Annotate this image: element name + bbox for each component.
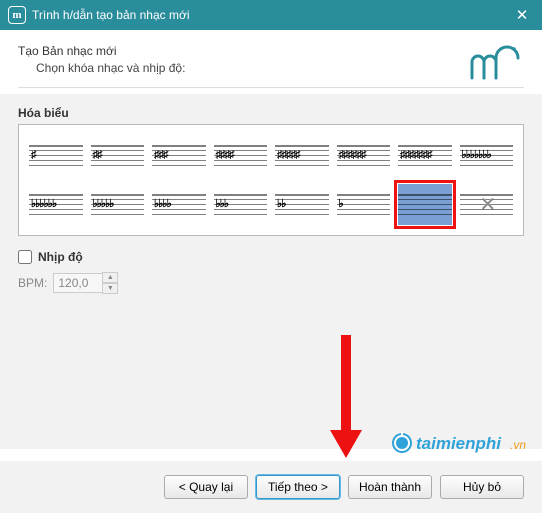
titlebar: m Trình h/dẫn tạo bản nhạc mới ✕: [0, 0, 542, 30]
keysig-d-major[interactable]: ♯♯: [89, 133, 147, 178]
accidentals: ♭♭♭♭♭: [91, 184, 145, 225]
wizard-footer: < Quay lại Tiếp theo > Hoàn thành Hủy bỏ: [0, 461, 542, 513]
accidentals: [398, 184, 452, 225]
keysig-aflat-major[interactable]: ♭♭♭♭: [150, 182, 208, 227]
keysig-e-major[interactable]: ♯♯♯♯: [212, 133, 270, 178]
bpm-input[interactable]: [53, 273, 103, 293]
bpm-label: BPM:: [18, 276, 47, 290]
accidentals: ♭♭♭♭: [152, 184, 206, 225]
tempo-checkbox-label[interactable]: Nhịp độ: [38, 250, 83, 264]
keysig-b-major[interactable]: ♯♯♯♯♯: [273, 133, 331, 178]
bpm-spin-down[interactable]: ▼: [102, 283, 118, 294]
content-area: Hóa biểu ♯♯♯♯♯♯♯♯♯♯♯♯♯♯♯♯♯♯♯♯♯♯♯♯♯♯♯♯♭♭♭…: [0, 94, 542, 449]
keysig-f-major[interactable]: ♭: [335, 182, 393, 227]
accidentals: ♭: [337, 184, 391, 225]
staff-lines: ♭♭♭: [214, 184, 268, 225]
next-button[interactable]: Tiếp theo >: [256, 475, 340, 499]
staff-lines: ♭♭: [275, 184, 329, 225]
staff-lines: [398, 184, 452, 225]
staff-lines: ♯♯♯♯♯♯♯: [398, 135, 452, 176]
staff-lines: ♯♯♯♯: [214, 135, 268, 176]
app-icon: m: [8, 6, 26, 24]
staff-lines: ♭: [337, 184, 391, 225]
accidentals: ♯♯♯♯♯♯: [337, 135, 391, 176]
keysig-grid: ♯♯♯♯♯♯♯♯♯♯♯♯♯♯♯♯♯♯♯♯♯♯♯♯♯♯♯♯♭♭♭♭♭♭♭♭♭♭♭♭…: [27, 133, 515, 227]
accidentals: ♭♭: [275, 184, 329, 225]
accidentals: ♯♯♯♯: [214, 135, 268, 176]
staff-lines: ♯♯♯♯♯: [275, 135, 329, 176]
tempo-group: Nhịp độ BPM: ▲ ▼: [18, 250, 524, 294]
accidentals: ♭♭♭: [214, 184, 268, 225]
staff-lines: ♯♯♯: [152, 135, 206, 176]
keysig-cflat-major[interactable]: ♭♭♭♭♭♭♭: [458, 133, 516, 178]
keysig-fsharp-major[interactable]: ♯♯♯♯♯♯: [335, 133, 393, 178]
atonal-icon: ✕: [460, 184, 514, 225]
back-button[interactable]: < Quay lại: [164, 475, 248, 499]
accidentals: ♭♭♭♭♭♭: [29, 184, 83, 225]
keysig-csharp-major[interactable]: ♯♯♯♯♯♯♯: [396, 133, 454, 178]
staff-lines: ✕: [460, 184, 514, 225]
musescore-logo: [466, 44, 522, 89]
staff-lines: ♯♯♯♯♯♯: [337, 135, 391, 176]
keysig-gflat-major[interactable]: ♭♭♭♭♭♭: [27, 182, 85, 227]
finish-button[interactable]: Hoàn thành: [348, 475, 432, 499]
keysig-c-major-no-sig[interactable]: [396, 182, 454, 227]
staff-lines: ♯♯: [91, 135, 145, 176]
wizard-header: Tạo Bản nhạc mới Chọn khóa nhạc và nhịp …: [0, 30, 542, 94]
header-divider: [18, 87, 524, 88]
staff-lines: ♭♭♭♭♭♭: [29, 184, 83, 225]
keysig-a-major[interactable]: ♯♯♯: [150, 133, 208, 178]
accidentals: ♯♯: [91, 135, 145, 176]
accidentals: ♭♭♭♭♭♭♭: [460, 135, 514, 176]
staff-lines: ♭♭♭♭: [152, 184, 206, 225]
keysig-atonal[interactable]: ✕: [458, 182, 516, 227]
staff-lines: ♯: [29, 135, 83, 176]
staff-lines: ♭♭♭♭♭: [91, 184, 145, 225]
keysig-eflat-major[interactable]: ♭♭♭: [212, 182, 270, 227]
keysig-group: Hóa biểu ♯♯♯♯♯♯♯♯♯♯♯♯♯♯♯♯♯♯♯♯♯♯♯♯♯♯♯♯♭♭♭…: [18, 106, 524, 236]
accidentals: ♯♯♯♯♯: [275, 135, 329, 176]
accidentals: ♯: [29, 135, 83, 176]
keysig-label: Hóa biểu: [18, 106, 524, 120]
keysig-g-major[interactable]: ♯: [27, 133, 85, 178]
close-button[interactable]: ✕: [502, 0, 542, 30]
wizard-title: Tạo Bản nhạc mới: [18, 44, 524, 58]
keysig-dflat-major[interactable]: ♭♭♭♭♭: [89, 182, 147, 227]
keysig-bflat-major[interactable]: ♭♭: [273, 182, 331, 227]
bpm-row: BPM: ▲ ▼: [18, 272, 524, 294]
close-icon: ✕: [516, 6, 529, 24]
keysig-panel: ♯♯♯♯♯♯♯♯♯♯♯♯♯♯♯♯♯♯♯♯♯♯♯♯♯♯♯♯♭♭♭♭♭♭♭♭♭♭♭♭…: [18, 124, 524, 236]
cancel-button[interactable]: Hủy bỏ: [440, 475, 524, 499]
accidentals: ♯♯♯♯♯♯♯: [398, 135, 452, 176]
bpm-spin-up[interactable]: ▲: [102, 272, 118, 283]
wizard-subtitle: Chọn khóa nhạc và nhịp độ:: [36, 61, 524, 75]
tempo-checkbox[interactable]: [18, 250, 32, 264]
accidentals: ♯♯♯: [152, 135, 206, 176]
window-title: Trình h/dẫn tạo bản nhạc mới: [32, 8, 502, 22]
staff-lines: ♭♭♭♭♭♭♭: [460, 135, 514, 176]
